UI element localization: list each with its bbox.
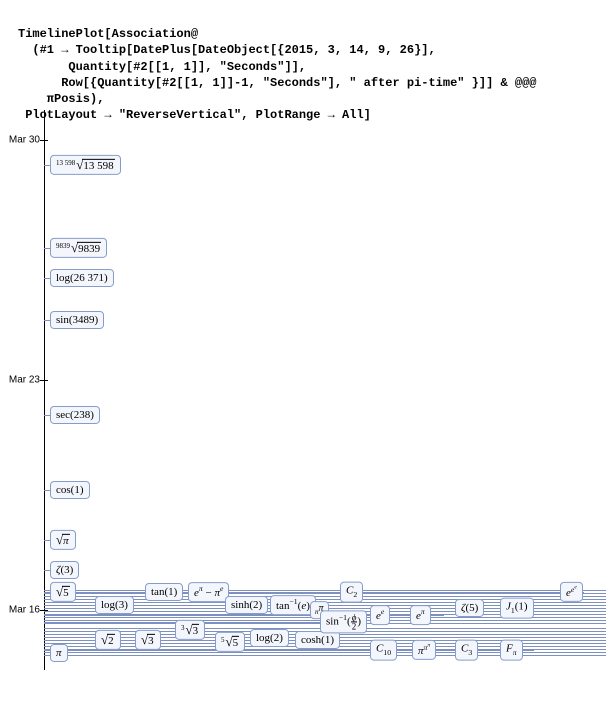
code-line-1: TimelinePlot[Association@	[18, 27, 198, 41]
timeline-node[interactable]: √5	[50, 582, 76, 602]
timeline-node[interactable]: √2	[95, 630, 121, 650]
timeline-node[interactable]: C2	[340, 582, 363, 603]
timeline-node[interactable]: eee	[560, 582, 583, 602]
timeline-node[interactable]: sin−1(ϕ2)	[320, 610, 367, 633]
timeline-node[interactable]: J1(1)	[500, 598, 534, 619]
axis-tick	[40, 140, 48, 141]
axis-tick	[40, 380, 48, 381]
timeline-node[interactable]: ζ(5)	[455, 599, 484, 617]
timeline-node[interactable]: √3	[135, 630, 161, 650]
timeline-node[interactable]: log(26 371)	[50, 269, 114, 287]
timeline-node[interactable]: 13 598√13 598	[50, 155, 121, 175]
code-line-2: (#1 → Tooltip[DatePlus[DateObject[{2015,…	[18, 43, 436, 57]
timeline-node[interactable]: sec(238)	[50, 406, 100, 424]
timeline-node[interactable]: Fπ	[500, 640, 523, 661]
axis-tick-label: Mar 16	[2, 605, 40, 616]
timeline-node[interactable]: cosh(1)	[295, 631, 340, 649]
timeline-node[interactable]: sinh(2)	[225, 596, 268, 614]
timeline-node[interactable]: πππ	[412, 640, 436, 660]
timeline-node[interactable]: √π	[50, 530, 76, 550]
axis-tick-label: Mar 23	[2, 375, 40, 386]
timeline-node[interactable]: tan(1)	[145, 583, 183, 601]
timeline-node[interactable]: π	[50, 644, 68, 662]
timeline-node[interactable]: log(2)	[250, 629, 289, 647]
timeline-node[interactable]: 5√5	[215, 632, 245, 652]
timeline-node[interactable]: eπ − πe	[188, 582, 229, 602]
code-line-5: πPosis),	[18, 92, 104, 106]
timeline-node[interactable]: log(3)	[95, 596, 134, 614]
timeline-node[interactable]: 9839√9839	[50, 238, 107, 258]
code-line-3: Quantity[#2[[1, 1]], "Seconds"]],	[18, 60, 306, 74]
timeline-node[interactable]: sin(3489)	[50, 311, 104, 329]
timeline-plot: Mar 30 Mar 23 Mar 16 13 598√13 598 9839√9…	[0, 110, 606, 700]
y-axis	[44, 110, 45, 670]
timeline-node[interactable]: tan−1(e)	[270, 595, 316, 615]
code-block: TimelinePlot[Association@ (#1 → Tooltip[…	[18, 10, 596, 123]
timeline-node[interactable]: C3	[455, 640, 478, 661]
code-line-4: Row[{Quantity[#2[[1, 1]]-1, "Seconds"], …	[18, 76, 536, 90]
timeline-node[interactable]: 3√3	[175, 620, 205, 640]
connector-line	[44, 592, 584, 593]
timeline-node[interactable]: C10	[370, 640, 397, 661]
timeline-node[interactable]: ζ(3)	[50, 561, 79, 579]
timeline-node[interactable]: eπ	[410, 605, 431, 625]
axis-tick-label: Mar 30	[2, 135, 40, 146]
timeline-node[interactable]: ee	[370, 605, 390, 625]
timeline-node[interactable]: cos(1)	[50, 481, 90, 499]
